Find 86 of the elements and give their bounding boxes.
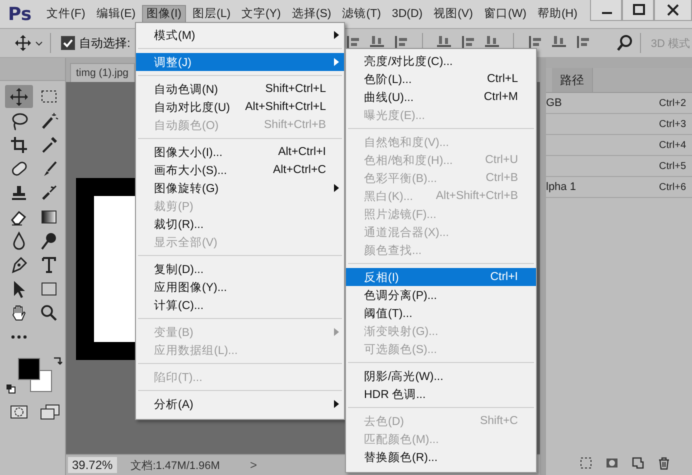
- menu-item[interactable]: 自动对比度(U) Alt+Shift+Ctrl+L: [136, 98, 344, 116]
- shortcut-label: Ctrl+L: [486, 73, 519, 85]
- pen-icon: [9, 254, 29, 274]
- more-icon: [11, 334, 27, 338]
- menu-item[interactable]: 图像大小(I)... Alt+Ctrl+I: [136, 143, 344, 161]
- channel-name: GB: [546, 97, 563, 109]
- menu-title[interactable]: 编辑(E): [91, 5, 141, 23]
- channel-row[interactable]: Ctrl+5: [546, 156, 692, 177]
- shortcut-label: Ctrl+I: [489, 271, 519, 283]
- menu-item[interactable]: 画布大小(S)... Alt+Ctrl+C: [136, 161, 344, 179]
- crop-icon: [9, 134, 29, 154]
- new-channel-icon[interactable]: [632, 457, 644, 469]
- selection-icon[interactable]: [580, 457, 592, 469]
- auto-select-checkbox[interactable]: [61, 36, 75, 50]
- quick-mask-icon[interactable]: [10, 404, 28, 420]
- menu-item[interactable]: 色阶(L)... Ctrl+L: [346, 70, 536, 88]
- menu-item[interactable]: 裁切(R)...: [136, 215, 344, 233]
- channel-row[interactable]: GB Ctrl+2: [546, 93, 692, 114]
- menu-title[interactable]: 文字(Y): [236, 5, 286, 23]
- menu-title[interactable]: 视图(V): [428, 5, 478, 23]
- shortcut-label: Ctrl+U: [484, 154, 519, 166]
- menu-title[interactable]: 文件(F): [42, 5, 90, 23]
- menu-item[interactable]: 图像旋转(G): [136, 179, 344, 197]
- shortcut-label: Ctrl+3: [659, 118, 686, 130]
- menu-item[interactable]: 分析(A): [136, 395, 344, 413]
- color-swatches[interactable]: [18, 358, 52, 392]
- menu-item[interactable]: 阈值(T)...: [346, 304, 536, 322]
- shortcut-label: Ctrl+6: [659, 182, 686, 192]
- wand-icon: [39, 110, 59, 130]
- auto-select-label: 自动选择:: [79, 34, 130, 52]
- menu-title[interactable]: 图层(L): [187, 5, 236, 23]
- zoom-level[interactable]: 39.72%: [68, 457, 117, 473]
- shortcut-label: Alt+Ctrl+C: [272, 164, 327, 176]
- menu-title[interactable]: 选择(S): [286, 5, 336, 23]
- check-icon: [63, 38, 73, 48]
- menu-item[interactable]: 色调分离(P)...: [346, 286, 536, 304]
- shortcut-label: Shift+C: [478, 415, 519, 427]
- shortcut-label: Alt+Ctrl+I: [277, 146, 327, 158]
- screen-mode-icon[interactable]: [40, 404, 60, 420]
- channel-row[interactable]: Ctrl+3: [546, 114, 692, 135]
- menu-title[interactable]: 滤镜(T): [337, 5, 386, 23]
- shortcut-label: Shift+Ctrl+B: [263, 119, 327, 131]
- document-size: 文档:1.47M/1.96M: [130, 458, 220, 472]
- menu-item[interactable]: 应用图像(Y)...: [136, 278, 344, 296]
- menu-title[interactable]: 帮助(H): [532, 5, 582, 23]
- channel-name: lpha 1: [546, 181, 577, 193]
- menu-item[interactable]: HDR 色调...: [346, 385, 536, 403]
- menu-item[interactable]: 自动色调(N) Shift+Ctrl+L: [136, 80, 344, 98]
- mask-icon[interactable]: [606, 457, 618, 469]
- menu-item[interactable]: 曲线(U)... Ctrl+M: [346, 88, 536, 106]
- shortcut-label: Ctrl+M: [482, 91, 519, 103]
- default-colors-icon[interactable]: [6, 384, 16, 394]
- menu-item[interactable]: 计算(C)...: [136, 296, 344, 314]
- channel-row[interactable]: Ctrl+4: [546, 135, 692, 156]
- menu-title[interactable]: 窗口(W): [478, 5, 532, 23]
- app-logo: Ps: [8, 4, 32, 24]
- trash-icon[interactable]: [658, 456, 670, 470]
- move-tool-icon: [14, 34, 44, 52]
- shortcut-label: Alt+Shift+Ctrl+B: [434, 190, 519, 202]
- menu-item[interactable]: 替换颜色(R)...: [346, 448, 536, 466]
- menu-item[interactable]: 复制(D)...: [136, 260, 344, 278]
- channel-row[interactable]: lpha 1 Ctrl+6: [546, 177, 692, 198]
- status-menu-arrow[interactable]: >: [250, 458, 257, 472]
- shortcut-label: Alt+Shift+Ctrl+L: [244, 101, 327, 113]
- search-icon[interactable]: [616, 34, 634, 52]
- menu-title[interactable]: 图像(I): [142, 5, 186, 23]
- maximize-icon[interactable]: [622, 0, 654, 21]
- menu-item[interactable]: 模式(M): [136, 26, 344, 44]
- menu-item[interactable]: 反相(I) Ctrl+I: [346, 268, 536, 286]
- type-icon: [39, 254, 59, 274]
- panel-tab[interactable]: 路径: [552, 68, 593, 92]
- close-icon[interactable]: [654, 0, 692, 21]
- shortcut-label: Ctrl+4: [659, 140, 686, 150]
- shortcut-label: Ctrl+5: [659, 160, 686, 172]
- shortcut-label: Ctrl+2: [659, 98, 686, 108]
- shortcut-label: Shift+Ctrl+L: [264, 83, 327, 95]
- menu-item[interactable]: 调整(J): [136, 53, 344, 71]
- swap-colors-icon[interactable]: [53, 356, 63, 366]
- minimize-icon[interactable]: [590, 0, 622, 21]
- shortcut-label: Ctrl+B: [484, 172, 519, 184]
- menu-item[interactable]: 阴影/高光(W)...: [346, 367, 536, 385]
- move-icon: [9, 86, 29, 106]
- document-tab[interactable]: timg (1).jpg: [70, 63, 135, 82]
- zoom-icon: [39, 302, 59, 322]
- menu-title[interactable]: 3D(D): [386, 5, 428, 23]
- menu-item[interactable]: 亮度/对比度(C)...: [346, 52, 536, 70]
